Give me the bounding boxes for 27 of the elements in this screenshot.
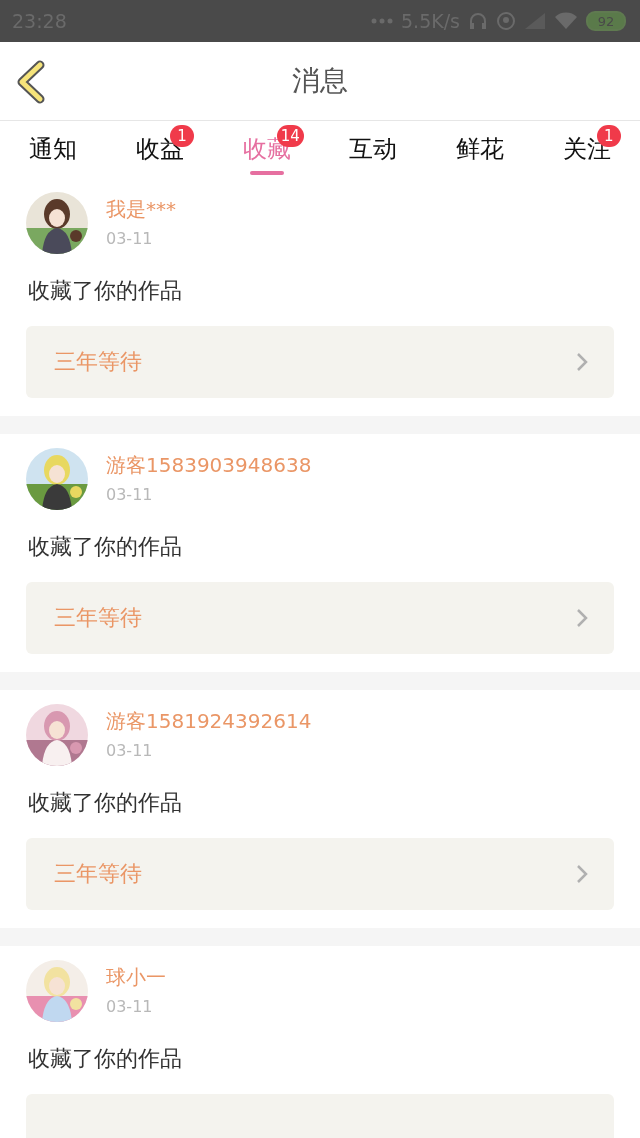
- message-text: 收藏了你的作品: [28, 789, 183, 817]
- message-date: 03-11: [106, 229, 154, 248]
- tab-indicator: [249, 171, 284, 175]
- tab[interactable]: 通知: [29, 135, 78, 163]
- message-date: 03-11: [106, 485, 154, 504]
- message-text: 收藏了你的作品: [28, 533, 183, 561]
- page-title: 消息: [292, 63, 348, 99]
- headphones-icon: [468, 11, 488, 31]
- tab[interactable]: 鲜花: [456, 135, 504, 163]
- chevron-right-icon: [576, 864, 588, 884]
- work-link[interactable]: 三年等待: [26, 838, 614, 910]
- user-name[interactable]: 游客1581924392614: [106, 708, 312, 735]
- message-date: 03-11: [106, 997, 154, 1016]
- more-dots-icon: [371, 18, 393, 24]
- work-link[interactable]: 三年等待: [26, 582, 614, 654]
- message-date: 03-11: [106, 741, 154, 760]
- message-text: 收藏了你的作品: [28, 277, 183, 305]
- user-name[interactable]: 游客1583903948638: [106, 452, 312, 479]
- user-name[interactable]: 我是***: [106, 196, 176, 223]
- tab[interactable]: 互动: [349, 135, 398, 163]
- chevron-right-icon: [576, 608, 588, 628]
- chevron-right-icon: [576, 352, 588, 372]
- work-link[interactable]: 三年等待: [26, 326, 614, 398]
- wifi-icon: [554, 12, 578, 30]
- user-name[interactable]: 球小一: [106, 964, 166, 991]
- hotspot-icon: [496, 11, 516, 31]
- message-text: 收藏了你的作品: [28, 1045, 183, 1073]
